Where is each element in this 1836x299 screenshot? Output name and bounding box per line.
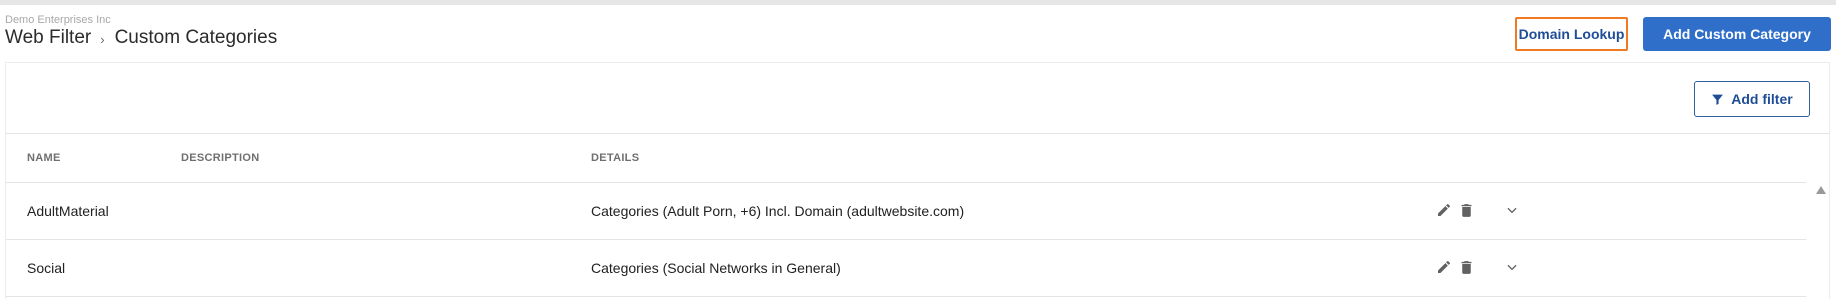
trash-icon[interactable] [1456, 257, 1476, 277]
breadcrumb-separator: › [100, 31, 105, 47]
table-row[interactable]: Social Categories (Social Networks in Ge… [6, 240, 1806, 297]
row-details: Categories (Social Networks in General) [591, 260, 841, 276]
chevron-down-icon[interactable] [1502, 257, 1522, 277]
add-filter-button[interactable]: Add filter [1694, 81, 1810, 117]
funnel-icon [1712, 94, 1724, 105]
page-header: Demo Enterprises Inc Web Filter › Custom… [0, 5, 1836, 63]
row-name: Social [27, 260, 66, 276]
scroll-up-arrow-icon[interactable] [1816, 186, 1826, 194]
add-filter-label: Add filter [1731, 91, 1793, 107]
organization-name: Demo Enterprises Inc [5, 14, 111, 26]
column-header-details[interactable]: DETAILS [591, 152, 639, 164]
breadcrumb-parent[interactable]: Web Filter [5, 27, 91, 49]
table-header: NAME DESCRIPTION DETAILS [6, 134, 1806, 183]
filter-bar: Add filter [6, 63, 1829, 134]
add-custom-category-button[interactable]: Add Custom Category [1643, 17, 1831, 51]
column-header-name[interactable]: NAME [27, 152, 61, 164]
page-title: Custom Categories [114, 27, 278, 48]
domain-lookup-button[interactable]: Domain Lookup [1515, 17, 1628, 51]
row-details: Categories (Adult Porn, +6) Incl. Domain… [591, 203, 965, 219]
table-row[interactable]: AdultMaterial Categories (Adult Porn, +6… [6, 183, 1806, 240]
breadcrumb: Web Filter › Custom Categories [5, 27, 277, 49]
pencil-icon[interactable] [1434, 257, 1454, 277]
row-name: AdultMaterial [27, 203, 109, 219]
trash-icon[interactable] [1456, 200, 1476, 220]
categories-panel: Add filter NAME DESCRIPTION DETAILS Adul… [5, 62, 1830, 299]
column-header-description[interactable]: DESCRIPTION [181, 152, 259, 164]
chevron-down-icon[interactable] [1502, 200, 1522, 220]
pencil-icon[interactable] [1434, 200, 1454, 220]
